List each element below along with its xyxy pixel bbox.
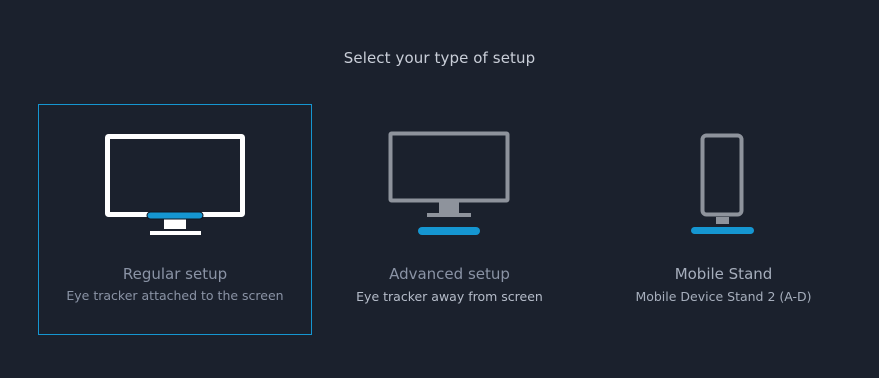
page-title: Select your type of setup — [343, 49, 536, 67]
option-label: Advanced setup — [389, 265, 510, 283]
option-description: Eye tracker attached to the screen — [66, 288, 284, 303]
option-description: Eye tracker away from screen — [356, 289, 543, 304]
option-advanced-setup[interactable]: Advanced setup Eye tracker away from scr… — [313, 104, 586, 335]
option-mobile-stand[interactable]: Mobile Stand Mobile Device Stand 2 (A-D) — [587, 104, 860, 335]
setup-selection-page: Select your type of setup Regular setup … — [0, 0, 879, 378]
option-description: Mobile Device Stand 2 (A-D) — [635, 289, 812, 304]
option-regular-setup[interactable]: Regular setup Eye tracker attached to th… — [38, 104, 312, 335]
option-label: Mobile Stand — [674, 265, 773, 283]
option-label: Regular setup — [122, 265, 228, 283]
